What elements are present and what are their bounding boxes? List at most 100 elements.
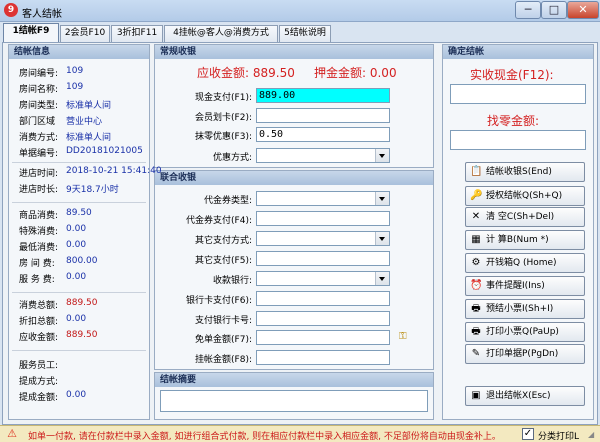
- action-button-label: 计 算B(Num *): [486, 235, 549, 245]
- combined-select[interactable]: [256, 191, 390, 206]
- calculate-button[interactable]: ▦ 计 算B(Num *): [465, 230, 585, 250]
- info-row-label: 部门区域: [19, 117, 56, 127]
- regular-panel-header: 常规收银: [155, 45, 433, 59]
- key-icon: 🔑: [470, 190, 483, 201]
- chevron-down-icon: [379, 154, 385, 158]
- action-button-label: 退出结帐X(Esc): [486, 391, 551, 401]
- action-button-label: 打印单据P(PgDn): [486, 349, 559, 359]
- info-row-value: 9天18.7小时: [66, 185, 119, 195]
- regular-field-input[interactable]: 889.00: [256, 88, 390, 103]
- action-button-label: 结帐收银S(End): [486, 167, 552, 177]
- info-row-label: 最低消费:: [19, 243, 59, 253]
- combined-field-input[interactable]: [256, 291, 390, 306]
- combined-select[interactable]: [256, 271, 390, 286]
- info-panel-header: 结帐信息: [9, 45, 149, 59]
- info-row-value: 0.00: [66, 390, 87, 400]
- combined-field-input[interactable]: [256, 350, 390, 365]
- info-row-value: 标准单人间: [66, 133, 112, 143]
- tab-checkout[interactable]: 1结帐F9: [3, 23, 59, 43]
- info-row-value: 889.50: [66, 298, 98, 308]
- combined-field-input[interactable]: [256, 311, 390, 326]
- info-row-label: 服 务 费:: [19, 275, 55, 285]
- print-category-checkbox[interactable]: ✓: [522, 428, 534, 440]
- combined-field-input[interactable]: [256, 211, 390, 226]
- info-row-value: 标准单人间: [66, 101, 112, 111]
- combined-select[interactable]: [256, 231, 390, 246]
- separator: [12, 292, 146, 293]
- pre-receipt-button[interactable]: 🖶 预结小票I(Sh+I): [465, 299, 585, 319]
- checkout-button[interactable]: 📋 结帐收银S(End): [465, 162, 585, 182]
- discount-select[interactable]: [256, 148, 390, 163]
- combined-field-input[interactable]: [256, 251, 390, 266]
- info-row-value: 0.00: [66, 272, 87, 282]
- title-bar: [0, 0, 600, 22]
- action-button-label: 清 空C(Sh+Del): [486, 212, 555, 222]
- info-row-value: 889.50: [66, 330, 98, 340]
- chevron-down-icon: [379, 277, 385, 281]
- checkout-icon: 📋: [470, 166, 483, 177]
- combined-field-input[interactable]: [256, 330, 390, 345]
- info-row-value: 109: [66, 66, 84, 76]
- close-button[interactable]: ✕: [567, 1, 599, 19]
- resize-grip-icon[interactable]: ◢: [588, 430, 598, 440]
- cash-drawer-button[interactable]: ⚙ 开钱箱Q (Home): [465, 253, 585, 273]
- edit-icon: ✎: [471, 348, 481, 359]
- print-bill-button[interactable]: ✎ 打印单据P(PgDn): [465, 344, 585, 364]
- regular-field-input[interactable]: [256, 108, 390, 123]
- close-icon: ✕: [471, 211, 481, 222]
- reminder-button[interactable]: ⏰ 事件提醒I(Ins): [465, 276, 585, 296]
- info-row-label: 消费总额:: [19, 301, 59, 311]
- regular-field-input[interactable]: 0.50: [256, 127, 390, 142]
- confirm-panel-header: 确定结帐: [443, 45, 593, 59]
- info-row-label: 房间编号:: [19, 69, 59, 79]
- combined-field-label: 代金券支付(F4):: [186, 216, 252, 226]
- status-text: 如单一付款, 请在付款栏中录入金额, 如进行组合式付款, 则在相应付款栏中录入相…: [28, 432, 501, 442]
- window-title: 客人结帐: [22, 9, 62, 20]
- info-row-label: 特殊消费:: [19, 227, 59, 237]
- minimize-button[interactable]: ─: [515, 1, 541, 19]
- separator: [12, 202, 146, 203]
- info-row-value: 营业中心: [66, 117, 103, 127]
- action-button-label: 事件提醒I(Ins): [486, 281, 545, 291]
- key-icon[interactable]: ⚿: [399, 331, 407, 342]
- summary-panel-header: 结帐摘要: [155, 373, 433, 387]
- tab-credit[interactable]: 4挂帐@客人@消费方式: [164, 25, 278, 42]
- info-row-label: 商品消费:: [19, 211, 59, 221]
- info-row-label: 进店时长:: [19, 185, 59, 195]
- info-row-label: 消费方式:: [19, 133, 59, 143]
- info-row-value: 800.00: [66, 256, 98, 266]
- tab-member[interactable]: 2会员F10: [60, 25, 110, 42]
- info-row-label: 进店时间:: [19, 169, 59, 179]
- authorize-button[interactable]: 🔑 授权结帐Q(Sh+Q): [465, 186, 585, 206]
- action-button-label: 预结小票I(Sh+I): [486, 304, 554, 314]
- chevron-down-icon: [379, 237, 385, 241]
- separator: [12, 350, 146, 351]
- regular-field-label: 现金支付(F1):: [195, 93, 252, 103]
- tab-discount[interactable]: 3折扣F11: [111, 25, 163, 42]
- maximize-button[interactable]: □: [541, 1, 567, 19]
- info-row-label: 提成金额:: [19, 393, 59, 403]
- clear-button[interactable]: ✕ 清 空C(Sh+Del): [465, 207, 585, 227]
- status-bar: ⚠ 如单一付款, 请在付款栏中录入金额, 如进行组合式付款, 则在相应付款栏中录…: [0, 425, 600, 442]
- summary-input[interactable]: [160, 390, 428, 412]
- exit-button[interactable]: ▣ 退出结帐X(Esc): [465, 386, 585, 406]
- combined-field-label: 支付银行卡号:: [194, 316, 252, 326]
- print-receipt-button[interactable]: 🖶 打印小票Q(PaUp): [465, 322, 585, 342]
- info-row-label: 房间类型:: [19, 101, 59, 111]
- app-icon: 9: [4, 3, 18, 17]
- combined-field-label: 其它支付(F5):: [195, 256, 252, 266]
- info-row-value: 0.00: [66, 314, 87, 324]
- info-row-value: 0.00: [66, 240, 87, 250]
- warning-icon: ⚠: [7, 427, 17, 440]
- actual-cash-input[interactable]: [450, 84, 586, 104]
- print-category-label: 分类打印L: [538, 432, 580, 442]
- tab-help[interactable]: 5结帐说明: [279, 25, 331, 42]
- info-row-label: 服务员工:: [19, 361, 59, 371]
- combined-panel-header: 联合收银: [155, 171, 433, 185]
- info-row-value: 89.50: [66, 208, 92, 218]
- info-row-value: 0.00: [66, 224, 87, 234]
- info-row-label: 房 间 费:: [19, 259, 55, 269]
- info-row-value: DD20181021005: [66, 146, 143, 156]
- deposit-amount: 押金金额: 0.00: [314, 66, 397, 80]
- chevron-down-icon: [379, 197, 385, 201]
